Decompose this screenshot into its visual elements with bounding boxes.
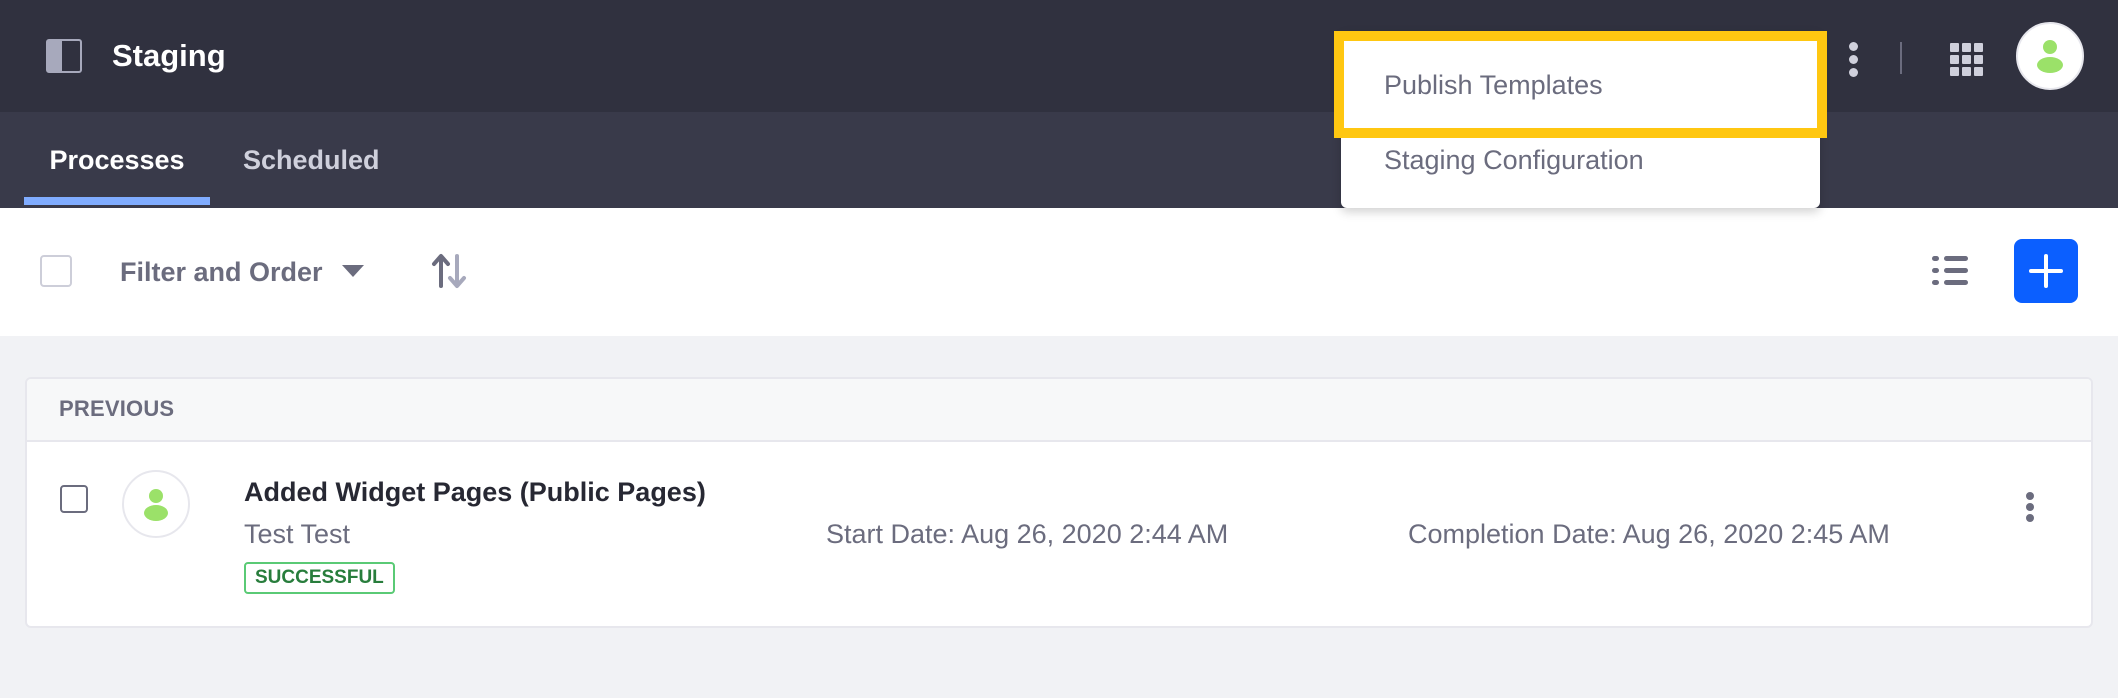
order-arrows-icon[interactable] [430, 253, 468, 289]
user-icon [2037, 40, 2063, 73]
page-title: Staging [112, 38, 226, 73]
tab-scheduled[interactable]: Scheduled [243, 112, 380, 208]
row-actions-kebab-icon[interactable] [2020, 492, 2040, 522]
section-header-label: PREVIOUS [59, 396, 175, 421]
filter-and-order-button[interactable]: Filter and Order [120, 252, 323, 292]
start-date: Start Date: Aug 26, 2020 2:44 AM [826, 519, 1229, 549]
tab-processes[interactable]: Processes [24, 112, 210, 208]
completion-date: Completion Date: Aug 26, 2020 2:45 AM [1408, 519, 1890, 549]
status-badge: SUCCESSFUL [244, 562, 395, 594]
user-icon [144, 489, 168, 521]
row-user-avatar [122, 470, 190, 538]
caret-down-icon[interactable] [342, 265, 364, 277]
list-section-header [27, 379, 2091, 442]
add-button[interactable] [2014, 239, 2078, 303]
highlight-box [1334, 31, 1827, 138]
row-checkbox[interactable] [60, 485, 88, 513]
process-user: Test Test [244, 519, 351, 549]
plus-icon [2029, 254, 2063, 288]
process-title[interactable]: Added Widget Pages (Public Pages) [244, 475, 706, 509]
menu-item-staging-configuration[interactable]: Staging Configuration [1384, 140, 1644, 180]
sidebar-toggle-icon[interactable] [46, 39, 82, 73]
select-all-checkbox[interactable] [40, 255, 72, 287]
user-avatar[interactable] [2016, 22, 2084, 90]
apps-grid-icon[interactable] [1950, 43, 1983, 76]
list-view-icon[interactable] [1932, 254, 1968, 286]
options-kebab-icon[interactable] [1843, 42, 1863, 78]
active-tab-indicator [24, 197, 210, 205]
header-divider [1900, 42, 1902, 74]
